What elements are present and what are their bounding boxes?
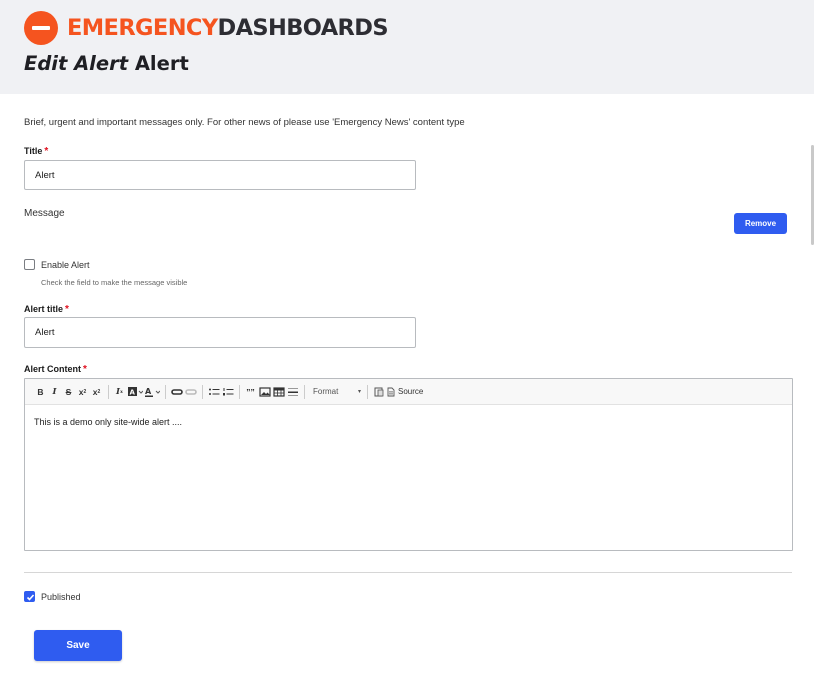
chevron-down-icon: ▾ <box>357 389 361 395</box>
site-header: EMERGENCYDASHBOARDS Edit Alert Alert <box>0 0 814 94</box>
table-icon[interactable] <box>272 384 285 400</box>
text-color-icon[interactable]: A <box>144 384 160 400</box>
remove-button[interactable]: Remove <box>734 213 787 234</box>
paste-icon[interactable] <box>372 384 385 400</box>
editor-content[interactable]: This is a demo only site-wide alert .... <box>34 417 182 427</box>
message-section-label: Message <box>24 208 65 219</box>
toolbar-separator <box>108 384 109 399</box>
save-button[interactable]: Save <box>34 630 122 661</box>
enable-alert-help: Check the field to make the message visi… <box>41 278 188 287</box>
svg-text:A: A <box>145 387 152 396</box>
enable-alert-checkbox[interactable] <box>24 259 35 270</box>
form-divider <box>24 572 792 573</box>
subscript-icon[interactable]: x2 <box>90 384 103 400</box>
alert-title-label: Alert title * <box>24 304 69 315</box>
form-description: Brief, urgent and important messages onl… <box>24 117 465 128</box>
published-label[interactable]: Published <box>41 592 81 602</box>
horizontal-line-icon[interactable] <box>286 384 299 400</box>
remove-format-icon[interactable]: Ix <box>113 384 126 400</box>
minus-circle-icon <box>24 11 58 45</box>
blockquote-icon[interactable]: ”” <box>244 384 257 400</box>
background-color-icon[interactable]: A <box>127 384 143 400</box>
enable-alert-label[interactable]: Enable Alert <box>41 260 90 270</box>
toolbar-separator <box>304 384 305 399</box>
unlink-icon[interactable] <box>184 384 197 400</box>
alert-content-label: Alert Content * <box>24 364 87 375</box>
svg-text:A: A <box>130 388 136 396</box>
source-icon <box>387 387 395 396</box>
image-icon[interactable] <box>258 384 271 400</box>
bold-icon[interactable]: B <box>34 384 47 400</box>
source-button[interactable]: Source <box>386 387 423 397</box>
italic-icon[interactable]: I <box>48 384 61 400</box>
strikethrough-icon[interactable]: S <box>62 384 75 400</box>
link-icon[interactable] <box>170 384 183 400</box>
toolbar-separator <box>239 384 240 399</box>
rich-text-editor[interactable]: B I S x2 x2 Ix A A ”” Format ▾ Source Th… <box>24 378 793 551</box>
checkmark-icon <box>26 594 35 601</box>
editor-toolbar: B I S x2 x2 Ix A A ”” Format ▾ Source <box>25 379 792 405</box>
numbered-list-icon[interactable] <box>221 384 234 400</box>
title-label: Title * <box>24 146 49 157</box>
required-marker: * <box>65 304 69 315</box>
format-dropdown[interactable]: Format ▾ <box>309 384 363 400</box>
toolbar-separator <box>165 384 166 399</box>
toolbar-separator <box>367 384 368 399</box>
logo-text: EMERGENCYDASHBOARDS <box>67 15 389 41</box>
required-marker: * <box>44 146 49 157</box>
page-title: Edit Alert Alert <box>24 52 189 75</box>
bulleted-list-icon[interactable] <box>207 384 220 400</box>
alert-title-input[interactable]: Alert <box>24 317 416 348</box>
title-input[interactable]: Alert <box>24 160 416 190</box>
required-marker: * <box>83 364 87 375</box>
published-checkbox[interactable] <box>24 591 35 602</box>
site-logo[interactable]: EMERGENCYDASHBOARDS <box>24 11 389 45</box>
superscript-icon[interactable]: x2 <box>76 384 89 400</box>
toolbar-separator <box>202 384 203 399</box>
